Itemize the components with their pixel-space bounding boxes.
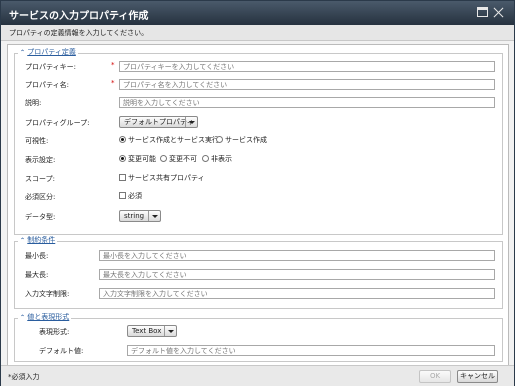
property-definition-link[interactable]: プロパティ定義 [27,48,76,56]
value-format-section: ⌃ 値と表現形式 表現形式: Text Box デフォルト値: [14,312,503,362]
display-option-readonly: 変更不可 [169,155,197,163]
required-mark: * [111,79,115,87]
instruction-text: プロパティの定義情報を入力してください。 [9,29,149,37]
property-group-label: プロパティグループ: [25,119,90,127]
property-group-select[interactable]: デフォルトプロパティ [119,116,198,128]
visibility-radio-create-and-run[interactable] [119,136,126,143]
create-input-property-dialog: サービスの入力プロパティ作成 プロパティの定義情報を入力してください。 ⌃ プロ… [0,0,515,386]
min-length-label: 最小長: [25,252,49,260]
property-key-label: プロパティキー: [25,63,76,71]
shared-property-checkbox[interactable] [119,174,126,181]
display-option-hidden: 非表示 [211,155,232,163]
maximize-icon[interactable] [477,7,488,17]
char-limit-input[interactable] [99,288,495,299]
collapse-icon[interactable]: ⌃ [20,237,25,244]
value-format-header[interactable]: ⌃ 値と表現形式 [18,312,72,322]
data-type-value: string [124,212,145,220]
property-name-input[interactable] [119,79,495,90]
char-limit-label: 入力文字制限: [25,290,70,298]
data-type-select[interactable]: string [119,210,161,222]
max-length-label: 最大長: [25,271,49,279]
collapse-icon[interactable]: ⌃ [20,49,25,56]
required-mark: * [111,61,115,69]
dialog-title: サービスの入力プロパティ作成 [9,11,149,22]
required-option: 必須 [128,192,142,200]
required-checkbox[interactable] [119,192,126,199]
instruction-bar: プロパティの定義情報を入力してください。 [1,25,514,41]
format-label: 表現形式: [39,328,70,336]
format-select[interactable]: Text Box [127,325,177,337]
display-option-editable: 変更可能 [128,155,156,163]
form-area: ⌃ プロパティ定義 プロパティキー: * プロパティ名: * 説明: プロパティ… [7,44,509,366]
property-definition-section: ⌃ プロパティ定義 プロパティキー: * プロパティ名: * 説明: プロパティ… [14,47,503,235]
shared-property-option: サービス共有プロパティ [128,174,205,182]
close-icon[interactable] [493,7,504,17]
description-input[interactable] [119,97,495,108]
value-format-link[interactable]: 値と表現形式 [27,313,69,321]
constraints-section: ⌃ 制約条件 最小長: 最大長: 入力文字制限: [14,235,503,309]
dialog-footer: *必須入力 OK キャンセル [1,365,514,386]
property-name-label: プロパティ名: [25,81,69,89]
constraints-header[interactable]: ⌃ 制約条件 [18,235,58,245]
property-definition-header[interactable]: ⌃ プロパティ定義 [18,47,78,57]
chevron-down-icon [185,117,197,127]
visibility-option-create: サービス作成 [225,136,267,144]
property-key-input[interactable] [119,61,495,72]
format-value: Text Box [132,327,162,335]
max-length-input[interactable] [99,269,495,280]
default-value-label: デフォルト値: [39,347,84,355]
min-length-input[interactable] [99,250,495,261]
required-note: *必須入力 [8,373,40,381]
collapse-icon[interactable]: ⌃ [20,314,25,321]
visibility-label: 可視性: [25,137,49,145]
description-label: 説明: [25,99,42,107]
default-value-input[interactable] [127,345,495,356]
data-type-label: データ型: [25,213,56,221]
title-bar: サービスの入力プロパティ作成 [1,1,514,25]
chevron-down-icon [164,326,176,336]
chevron-down-icon [148,211,160,221]
required-type-label: 必須区分: [25,193,56,201]
scope-label: スコープ: [25,175,55,183]
ok-button[interactable]: OK [419,370,451,383]
cancel-button[interactable]: キャンセル [457,370,498,383]
display-radio-hidden[interactable] [202,155,209,162]
display-radio-readonly[interactable] [160,155,167,162]
visibility-radio-create[interactable] [216,136,223,143]
constraints-link[interactable]: 制約条件 [27,236,55,244]
display-setting-label: 表示設定: [25,156,56,164]
visibility-option-create-and-run: サービス作成とサービス実行 [128,136,219,144]
display-radio-editable[interactable] [119,155,126,162]
property-group-value: デフォルトプロパティ [124,118,194,126]
